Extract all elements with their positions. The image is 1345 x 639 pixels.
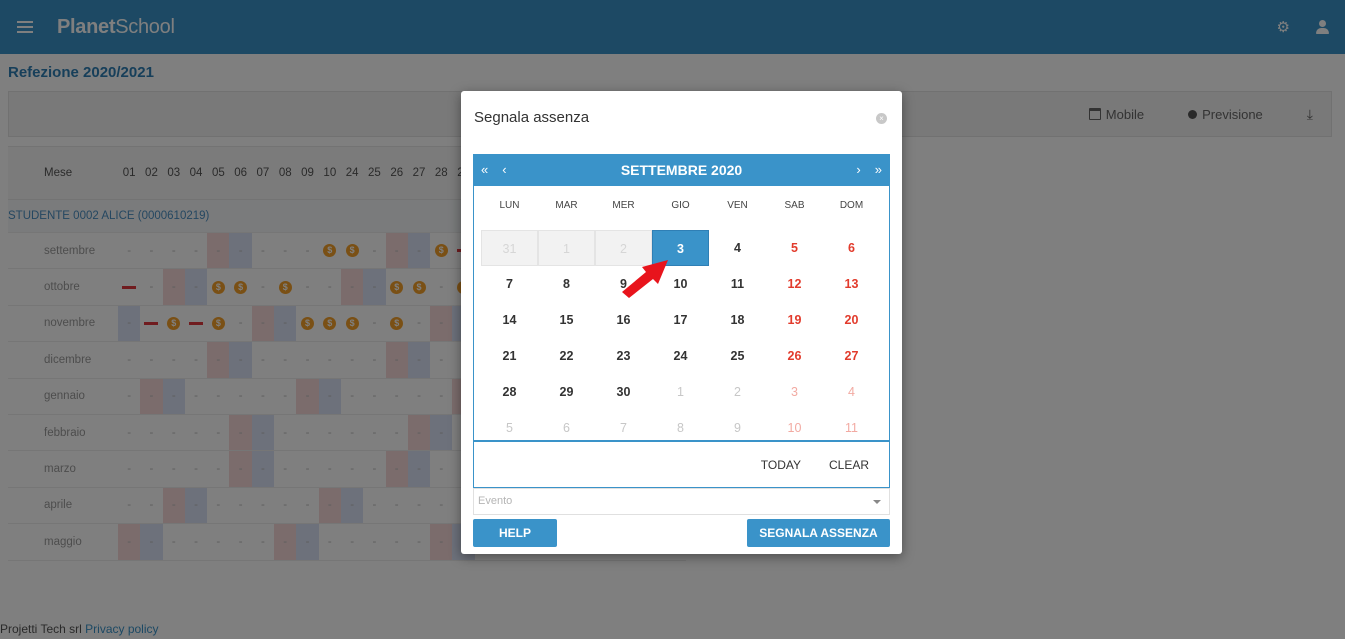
today-button[interactable]: TODAY — [761, 458, 801, 472]
next-month-button[interactable]: › — [856, 162, 860, 177]
calendar-day[interactable]: 11 — [709, 266, 766, 302]
calendar-day[interactable]: 15 — [538, 302, 595, 338]
annotation-arrow-icon — [622, 260, 668, 298]
calendar-day[interactable]: 23 — [595, 338, 652, 374]
modal-title: Segnala assenza — [474, 109, 590, 126]
close-icon[interactable]: × — [876, 113, 887, 124]
calendar-day[interactable]: 8 — [538, 266, 595, 302]
calendar-day[interactable]: 30 — [595, 374, 652, 410]
calendar-day[interactable]: 22 — [538, 338, 595, 374]
calendar-day[interactable]: 29 — [538, 374, 595, 410]
segnala-assenza-modal: Segnala assenza × « ‹ SETTEMBRE 2020 › »… — [461, 91, 902, 554]
calendar-day[interactable]: 3 — [766, 374, 823, 410]
calendar-day[interactable]: 28 — [481, 374, 538, 410]
calendar-day[interactable]: 7 — [481, 266, 538, 302]
weekday-label: MAR — [555, 200, 578, 211]
weekday-label: LUN — [499, 200, 520, 211]
segnala-assenza-button[interactable]: SEGNALA ASSENZA — [747, 519, 890, 547]
calendar-day[interactable]: 20 — [823, 302, 880, 338]
weekday-label: VEN — [727, 200, 748, 211]
calendar-header: « ‹ SETTEMBRE 2020 › » — [473, 154, 890, 186]
calendar-day[interactable]: 5 — [766, 230, 823, 266]
weekday-row: LUN MAR MER GIO VEN SAB DOM — [481, 200, 880, 211]
calendar-day[interactable]: 6 — [823, 230, 880, 266]
calendar-day[interactable]: 4 — [823, 374, 880, 410]
weekday-label: SAB — [784, 200, 805, 211]
calendar-footer: TODAY CLEAR — [473, 441, 890, 488]
calendar-day[interactable]: 26 — [766, 338, 823, 374]
calendar-day[interactable]: 1 — [538, 230, 595, 266]
calendar-day[interactable]: 4 — [709, 230, 766, 266]
calendar-day[interactable]: 25 — [709, 338, 766, 374]
weekday-label: GIO — [671, 200, 690, 211]
calendar-body: LUN MAR MER GIO VEN SAB DOM 31 1 2 3 4 5 6 7 8 9 10 11 12 1… — [473, 186, 890, 441]
day-grid: 31 1 2 3 4 5 6 7 8 9 10 11 12 13 14 15 16 17 18 19 20 21 22 23 2… — [481, 230, 880, 446]
calendar-day[interactable]: 21 — [481, 338, 538, 374]
weekday-label: DOM — [839, 200, 864, 211]
calendar-day[interactable]: 16 — [595, 302, 652, 338]
calendar-day[interactable]: 17 — [652, 302, 709, 338]
clear-button[interactable]: CLEAR — [829, 458, 869, 472]
calendar-day[interactable]: 12 — [766, 266, 823, 302]
next-year-button[interactable]: » — [875, 162, 882, 177]
chevron-down-icon — [873, 500, 881, 504]
calendar-month-label[interactable]: SETTEMBRE 2020 — [473, 162, 890, 178]
calendar-day[interactable]: 27 — [823, 338, 880, 374]
calendar-day[interactable]: 1 — [652, 374, 709, 410]
help-button[interactable]: HELP — [473, 519, 557, 547]
calendar-day[interactable]: 18 — [709, 302, 766, 338]
calendar-day[interactable]: 24 — [652, 338, 709, 374]
calendar-day[interactable]: 2 — [709, 374, 766, 410]
weekday-label: MER — [612, 200, 635, 211]
evento-select[interactable]: Evento — [473, 488, 890, 515]
calendar-day[interactable]: 19 — [766, 302, 823, 338]
calendar-day[interactable]: 13 — [823, 266, 880, 302]
topbar-shade — [0, 0, 1345, 54]
calendar-day[interactable]: 14 — [481, 302, 538, 338]
evento-placeholder: Evento — [478, 495, 513, 507]
calendar-day[interactable]: 31 — [481, 230, 538, 266]
